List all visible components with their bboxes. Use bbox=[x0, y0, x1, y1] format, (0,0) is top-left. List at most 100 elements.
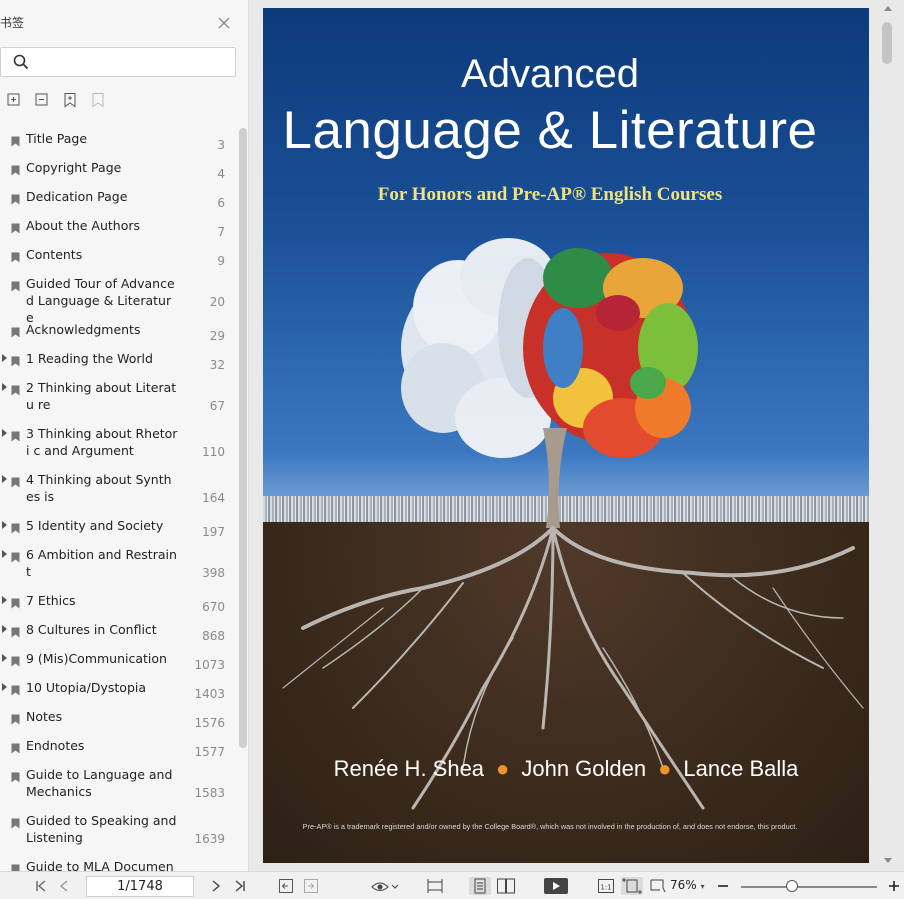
search-icon bbox=[13, 54, 29, 70]
bookmark-item[interactable]: Copyright Page 4 bbox=[0, 157, 236, 186]
add-bookmark-icon[interactable] bbox=[62, 92, 78, 108]
expand-arrow-icon[interactable] bbox=[2, 521, 7, 529]
bookmark-page-number: 110 bbox=[202, 445, 225, 459]
bookmark-item[interactable]: Guided Tour of Advance d Language & Lite… bbox=[0, 273, 236, 325]
bookmark-item[interactable]: 4 Thinking about Synthes is 164 bbox=[0, 469, 236, 515]
bookmark-item[interactable]: Guide to MLA Document ation Style1660 bbox=[0, 856, 236, 871]
bookmark-item[interactable]: 6 Ambition and Restraint 398 bbox=[0, 544, 236, 590]
bookmark-label: Guide to Language and Mechanics bbox=[26, 767, 173, 799]
bookmark-label: 10 Utopia/Dystopia bbox=[26, 680, 147, 695]
bookmark-label: Guided to Speaking and Listening bbox=[26, 813, 177, 845]
expand-all-icon[interactable] bbox=[6, 92, 22, 108]
bookmark-label: Guide to MLA Document ation Style bbox=[26, 859, 174, 871]
bookmark-item[interactable]: 8 Cultures in Conflict 868 bbox=[0, 619, 236, 648]
back-icon[interactable] bbox=[278, 877, 294, 895]
bookmark-page-number: 164 bbox=[202, 491, 225, 505]
zoom-slider-knob[interactable] bbox=[786, 880, 798, 892]
bookmark-label: Notes bbox=[26, 709, 63, 724]
bookmark-icon bbox=[11, 323, 20, 338]
bookmark-page-number: 7 bbox=[217, 225, 225, 239]
bookmark-item[interactable]: Dedication Page 6 bbox=[0, 186, 236, 215]
close-icon[interactable] bbox=[217, 15, 231, 29]
expand-arrow-icon[interactable] bbox=[2, 475, 7, 483]
zoom-out-icon[interactable] bbox=[716, 877, 730, 895]
expand-arrow-icon[interactable] bbox=[2, 383, 7, 391]
actual-size-icon[interactable]: 1:1 bbox=[597, 877, 615, 895]
bookmark-item[interactable]: 1 Reading the World 32 bbox=[0, 348, 236, 377]
bookmark-item[interactable]: 2 Thinking about Literatu re 67 bbox=[0, 377, 236, 423]
bookmark-search-input[interactable] bbox=[35, 52, 231, 72]
collapse-all-icon[interactable] bbox=[34, 92, 50, 108]
bookmark-page-number: 1073 bbox=[194, 658, 225, 672]
bookmark-item[interactable]: Acknowledgments 29 bbox=[0, 319, 236, 348]
bookmark-page-number: 1639 bbox=[194, 832, 225, 846]
bookmark-item[interactable]: Contents 9 bbox=[0, 244, 236, 273]
bookmark-page-number: 6 bbox=[217, 196, 225, 210]
bookmark-page-number: 1577 bbox=[194, 745, 225, 759]
bookmark-page-number: 32 bbox=[209, 358, 225, 372]
two-page-icon[interactable] bbox=[496, 877, 516, 895]
bookmark-item[interactable]: Notes 1576 bbox=[0, 706, 236, 735]
eye-view-icon[interactable] bbox=[370, 877, 398, 895]
bookmark-item[interactable]: 9 (Mis)Communication 1073 bbox=[0, 648, 236, 677]
bookmark-search-box[interactable] bbox=[0, 47, 236, 77]
bookmark-item[interactable]: 10 Utopia/Dystopia 1403 bbox=[0, 677, 236, 706]
scroll-down-icon[interactable] bbox=[884, 858, 892, 863]
author-name: Lance Balla bbox=[683, 756, 799, 781]
bookmark-item[interactable]: 3 Thinking about Rhetori c and Argument 1… bbox=[0, 423, 236, 469]
bookmark-item[interactable]: 5 Identity and Society 197 bbox=[0, 515, 236, 544]
fit-page-icon[interactable] bbox=[621, 877, 643, 895]
bookmark-item[interactable]: Title Page 3 bbox=[0, 128, 236, 157]
expand-arrow-icon[interactable] bbox=[2, 654, 7, 662]
bookmark-item[interactable]: About the Authors 7 bbox=[0, 215, 236, 244]
bookmark-icon bbox=[11, 219, 20, 234]
bookmark-page-number: 1583 bbox=[194, 786, 225, 800]
remove-bookmark-icon[interactable] bbox=[90, 92, 106, 108]
zoom-in-icon[interactable] bbox=[887, 877, 901, 895]
bookmark-page-number: 29 bbox=[209, 329, 225, 343]
bookmark-page-number: 9 bbox=[217, 254, 225, 268]
bookmark-label: 8 Cultures in Conflict bbox=[26, 622, 157, 637]
author-separator: ● bbox=[658, 756, 672, 781]
last-page-icon[interactable] bbox=[233, 877, 247, 895]
expand-arrow-icon[interactable] bbox=[2, 354, 7, 362]
author-name: John Golden bbox=[521, 756, 647, 781]
scroll-thumb[interactable] bbox=[882, 22, 892, 64]
bookmark-item[interactable]: Guide to Language and Mechanics 1583 bbox=[0, 764, 236, 810]
bookmark-label: Dedication Page bbox=[26, 189, 128, 204]
fit-width-icon[interactable] bbox=[426, 877, 444, 895]
bookmark-item[interactable]: Endnotes 1577 bbox=[0, 735, 236, 764]
bookmark-icon bbox=[11, 814, 20, 829]
bookmark-item[interactable]: 7 Ethics 670 bbox=[0, 590, 236, 619]
scroll-up-icon[interactable] bbox=[884, 6, 892, 11]
pdf-reader-window: 书签 Title Page 3 Copyright Page 4 Dedication … bbox=[0, 0, 904, 899]
first-page-icon[interactable] bbox=[34, 877, 48, 895]
trademark-notice: Pre-AP® is a trademark registered and/or… bbox=[302, 822, 798, 831]
forward-icon[interactable] bbox=[303, 877, 319, 895]
cover-authors: Renée H. Shea ● John Golden ● Lance Balla bbox=[263, 756, 869, 782]
single-page-icon[interactable] bbox=[469, 877, 491, 895]
expand-arrow-icon[interactable] bbox=[2, 683, 7, 691]
bookmark-label: Acknowledgments bbox=[26, 322, 141, 337]
cover-title-line2: Language & Literature bbox=[282, 101, 818, 160]
zoom-level[interactable]: 76% ▾ bbox=[670, 878, 705, 892]
bookmark-icon bbox=[11, 739, 20, 754]
prev-page-icon[interactable] bbox=[58, 877, 70, 895]
bookmark-item[interactable]: Guided to Speaking and Listening 1639 bbox=[0, 810, 236, 856]
next-page-icon[interactable] bbox=[210, 877, 222, 895]
expand-arrow-icon[interactable] bbox=[2, 429, 7, 437]
page-number-input[interactable]: 1/1748 bbox=[86, 876, 194, 897]
expand-arrow-icon[interactable] bbox=[2, 596, 7, 604]
bookmark-label: 4 Thinking about Synthes is bbox=[26, 472, 172, 504]
bookmark-icon bbox=[11, 652, 20, 667]
bookmark-label: 3 Thinking about Rhetori c and Argument bbox=[26, 426, 178, 458]
bookmark-label: 1 Reading the World bbox=[26, 351, 153, 366]
bookmark-label: Contents bbox=[26, 247, 83, 262]
zoom-slider-track[interactable] bbox=[741, 886, 877, 888]
expand-arrow-icon[interactable] bbox=[2, 550, 7, 558]
sidebar-scrollbar[interactable] bbox=[239, 128, 247, 748]
expand-arrow-icon[interactable] bbox=[2, 625, 7, 633]
viewer-scrollbar[interactable] bbox=[880, 0, 896, 871]
play-slideshow-icon[interactable] bbox=[543, 877, 569, 895]
crop-zoom-icon[interactable] bbox=[649, 877, 667, 895]
